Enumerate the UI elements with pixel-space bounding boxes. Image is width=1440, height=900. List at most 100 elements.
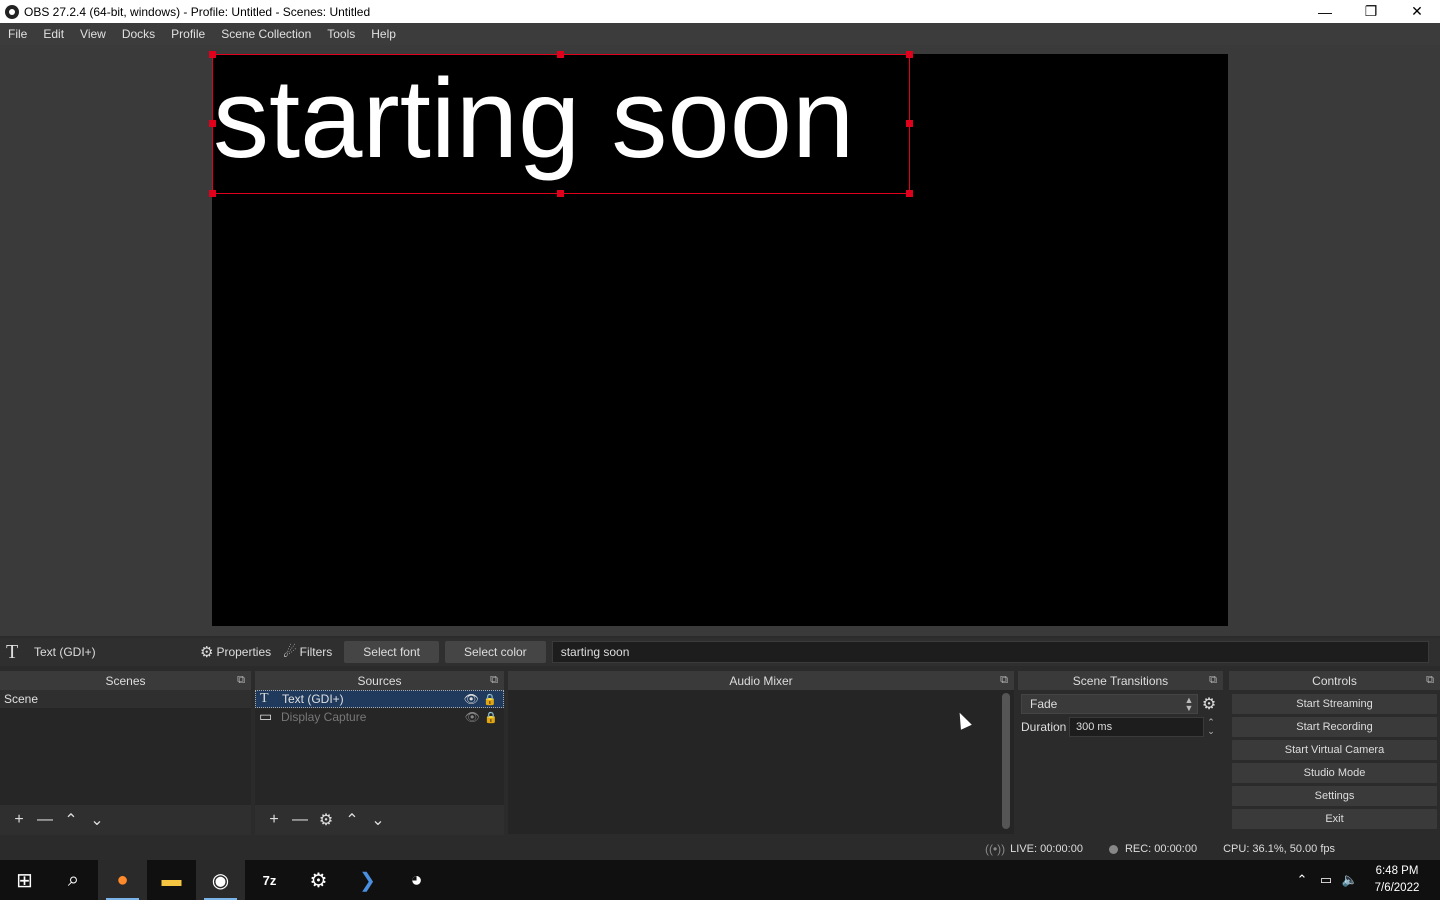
obs-icon[interactable]: ◉ [196,860,245,900]
undock-icon[interactable]: ⧉ [490,674,498,687]
resize-handle-left[interactable] [209,120,216,127]
windows-taskbar: ⊞ ⌕ ● ▬ ◉ 7z ⚙ ❯ ◕ ⌃ ▭ 🔈 6:48 PM 7/6/202… [0,860,1440,900]
menu-tools[interactable]: Tools [319,23,363,45]
studio-mode-button[interactable]: Studio Mode [1232,763,1437,783]
transition-select[interactable]: Fade ▲ ▼ [1021,694,1198,714]
search-icon[interactable]: ⌕ [49,860,98,900]
powershell-icon[interactable]: ❯ [343,860,392,900]
windows-start-icon[interactable]: ⊞ [0,860,49,900]
audio-mixer-title: Audio Mixer [729,673,793,688]
gear-icon[interactable]: ⚙ [313,810,339,830]
source-text-input[interactable]: starting soon [551,641,1429,663]
mixer-scrollbar[interactable] [1002,693,1010,829]
properties-button[interactable]: ⚙ Properties [194,641,277,663]
settings-button[interactable]: Settings [1232,786,1437,806]
controls-dock: Controls ⧉ Start Streaming Start Recordi… [1229,671,1440,836]
close-button[interactable]: ✕ [1394,0,1440,23]
resize-handle-bottom-right[interactable] [906,190,913,197]
menu-docks[interactable]: Docks [114,23,163,45]
select-font-button[interactable]: Select font [344,641,439,663]
undock-icon[interactable]: ⧉ [1000,674,1008,687]
7zip-icon[interactable]: 7z [245,860,294,900]
resize-handle-bottom-left[interactable] [209,190,216,197]
move-up-icon[interactable]: ⌃ [58,810,84,830]
duration-stepper-icon[interactable]: ⌃ ⌄ [1204,718,1218,736]
controls-body: Start Streaming Start Recording Start Vi… [1229,690,1440,836]
clock-time: 6:48 PM [1375,865,1419,877]
scene-item[interactable]: Scene [0,690,251,708]
resize-handle-right[interactable] [906,120,913,127]
exit-button[interactable]: Exit [1232,809,1437,829]
text-icon: T [6,640,19,663]
add-source-icon[interactable]: + [261,811,287,829]
system-tray: ⌃ ▭ 🔈 6:48 PM 7/6/2022 [1290,860,1440,900]
spinner-icon: ▲ ▼ [1184,695,1194,713]
file-explorer-icon[interactable]: ▬ [147,860,196,900]
eye-hidden-icon[interactable]: 👁 [465,710,480,724]
network-icon[interactable]: ▭ [1314,872,1338,888]
audio-mixer-body [508,690,1014,834]
move-down-icon[interactable]: ⌄ [365,810,391,830]
menu-help[interactable]: Help [363,23,404,45]
scenes-list: Scene [0,690,251,805]
scenes-toolbar: + — ⌃ ⌄ [0,805,251,835]
menu-view[interactable]: View [72,23,114,45]
source-item-display-capture[interactable]: ▭ Display Capture 👁 🔒 [255,708,504,726]
undock-icon[interactable]: ⧉ [1209,674,1217,687]
eye-icon[interactable]: 👁 [464,692,479,706]
remove-source-icon[interactable]: — [287,811,313,829]
resize-handle-top[interactable] [557,51,564,58]
start-recording-button[interactable]: Start Recording [1232,717,1437,737]
transition-selected: Fade [1030,697,1058,711]
clock[interactable]: 6:48 PM 7/6/2022 [1362,863,1432,897]
source-item-text[interactable]: T Text (GDI+) 👁 🔒 [255,690,504,708]
start-streaming-button[interactable]: Start Streaming [1232,694,1437,714]
controls-header: Controls ⧉ [1229,671,1440,690]
undock-icon[interactable]: ⧉ [1426,674,1434,687]
text-source-selection[interactable]: starting soon [212,54,910,194]
filters-button[interactable]: ☄ Filters [277,641,338,663]
scenes-header: Scenes ⧉ [0,671,251,690]
cpu-status: CPU: 36.1%, 50.00 fps [1223,843,1335,855]
steam-controller-icon[interactable]: ◕ [392,860,441,900]
sources-list: T Text (GDI+) 👁 🔒 ▭ Display Capture 👁 🔒 [255,690,504,805]
controls-title: Controls [1312,673,1357,688]
lock-icon[interactable]: 🔒 [483,693,497,706]
gear-icon[interactable]: ⚙ [1198,694,1220,714]
settings-gear-icon[interactable]: ⚙ [294,860,343,900]
resize-handle-top-left[interactable] [209,51,216,58]
volume-muted-icon[interactable]: 🔈 [1338,872,1362,888]
chevron-up-icon[interactable]: ⌃ [1290,872,1314,888]
live-status: ((•)) LIVE: 00:00:00 [985,842,1083,856]
menu-file[interactable]: File [0,23,35,45]
sources-dock: Sources ⧉ T Text (GDI+) 👁 🔒 ▭ Display Ca… [255,671,504,836]
minimize-button[interactable]: — [1302,0,1348,23]
menu-profile[interactable]: Profile [163,23,213,45]
start-virtual-camera-button[interactable]: Start Virtual Camera [1232,740,1437,760]
move-down-icon[interactable]: ⌄ [84,810,110,830]
select-color-button[interactable]: Select color [444,641,546,663]
resize-handle-bottom[interactable] [557,190,564,197]
monitor-icon: ▭ [259,709,273,725]
live-timer: LIVE: 00:00:00 [1010,843,1083,855]
broadcast-icon: ((•)) [984,842,1006,856]
menu-scene-collection[interactable]: Scene Collection [213,23,319,45]
move-up-icon[interactable]: ⌃ [339,810,365,830]
remove-scene-icon[interactable]: — [32,811,58,829]
sources-header: Sources ⧉ [255,671,504,690]
lock-icon[interactable]: 🔒 [484,711,498,724]
add-scene-icon[interactable]: + [6,811,32,829]
status-bar: ((•)) LIVE: 00:00:00 REC: 00:00:00 CPU: … [0,838,1440,860]
preview-canvas[interactable]: starting soon [209,51,1228,626]
restore-button[interactable]: ❐ [1348,0,1394,23]
properties-label: Properties [216,645,272,659]
menu-edit[interactable]: Edit [35,23,72,45]
filter-icon: ☄ [283,644,297,661]
undock-icon[interactable]: ⧉ [237,674,245,687]
scenes-title: Scenes [105,673,146,688]
firefox-icon[interactable]: ● [98,860,147,900]
scene-transitions-dock: Scene Transitions ⧉ Fade ▲ ▼ ⚙ Duration 3… [1018,671,1223,836]
obs-logo-icon [5,4,19,19]
resize-handle-top-right[interactable] [906,51,913,58]
duration-input[interactable]: 300 ms [1069,717,1204,737]
